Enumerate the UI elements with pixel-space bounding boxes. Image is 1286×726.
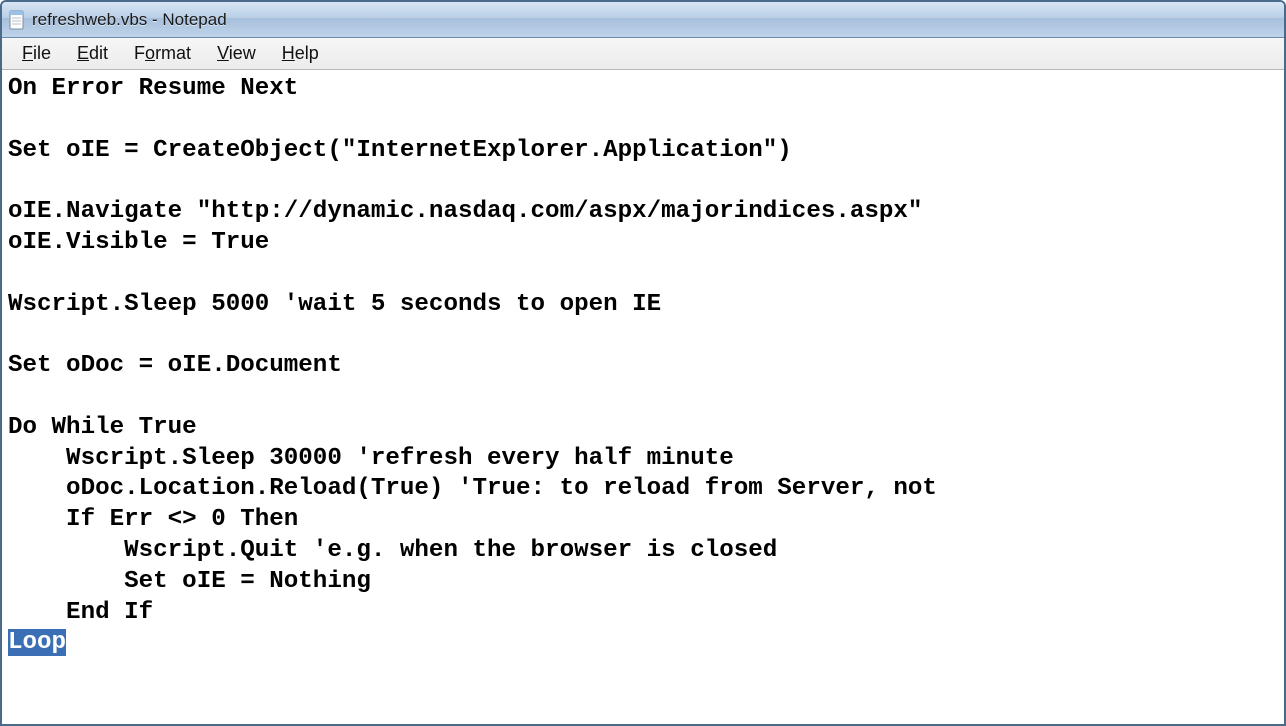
code-line: Set oDoc = oIE.Document [8,351,1278,382]
code-line [8,259,1278,290]
menu-file[interactable]: File [10,40,63,67]
code-line: If Err <> 0 Then [8,505,1278,536]
code-line: Wscript.Sleep 5000 'wait 5 seconds to op… [8,290,1278,321]
code-line: oIE.Visible = True [8,228,1278,259]
code-line: oIE.Navigate "http://dynamic.nasdaq.com/… [8,197,1278,228]
menu-view[interactable]: View [205,40,268,67]
window-title: refreshweb.vbs - Notepad [32,10,227,30]
code-line [8,105,1278,136]
selection: Loop [8,629,66,656]
menu-format[interactable]: Format [122,40,203,67]
code-line: End If [8,598,1278,629]
title-bar[interactable]: refreshweb.vbs - Notepad [2,2,1284,38]
text-editor-area[interactable]: On Error Resume Next Set oIE = CreateObj… [2,70,1284,724]
code-line: On Error Resume Next [8,74,1278,105]
code-line: Loop [8,628,1278,659]
code-line: Wscript.Sleep 30000 'refresh every half … [8,444,1278,475]
code-line: oDoc.Location.Reload(True) 'True: to rel… [8,474,1278,505]
menu-help[interactable]: Help [270,40,331,67]
menu-edit[interactable]: Edit [65,40,120,67]
code-line: Wscript.Quit 'e.g. when the browser is c… [8,536,1278,567]
code-line [8,166,1278,197]
code-line: Set oIE = CreateObject("InternetExplorer… [8,136,1278,167]
code-line [8,382,1278,413]
notepad-icon [8,10,26,30]
code-line [8,320,1278,351]
code-line: Set oIE = Nothing [8,567,1278,598]
menu-bar: File Edit Format View Help [2,38,1284,70]
code-line: Do While True [8,413,1278,444]
notepad-window: refreshweb.vbs - Notepad File Edit Forma… [0,0,1286,726]
